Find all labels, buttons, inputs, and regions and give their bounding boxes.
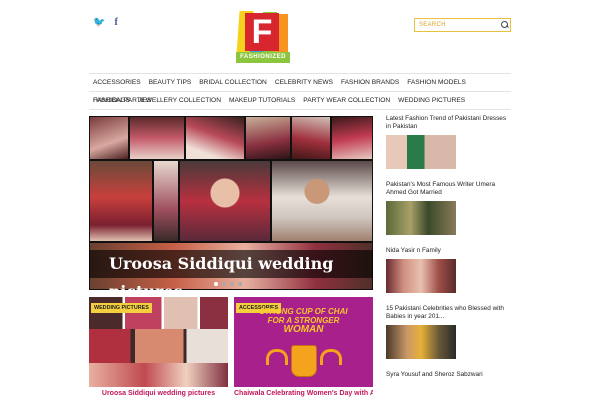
- sidebar-post[interactable]: Latest Fashion Trend of Pakistani Dresse…: [386, 115, 511, 169]
- post-title[interactable]: Chaiwala Celebrating Women's Day with A: [234, 390, 373, 397]
- featured-caption[interactable]: Uroosa Siddiqui wedding pictures: [89, 250, 373, 290]
- nav-item-handbags[interactable]: HANDBAGS: [89, 92, 134, 110]
- nav-item-party-wear-collection[interactable]: PARTY WEAR COLLECTION: [299, 92, 394, 110]
- sidebar-post-title[interactable]: Latest Fashion Trend of Pakistani Dresse…: [386, 115, 511, 131]
- hero-photo: [89, 160, 153, 242]
- slider-dot[interactable]: [214, 282, 218, 286]
- slider-dots: [214, 282, 242, 286]
- chai-cup-icon: [291, 345, 317, 377]
- main-nav-secondary: HANDBAGS JEWELLERY COLLECTION MAKEUP TUT…: [89, 92, 511, 110]
- facebook-icon[interactable]: f: [114, 17, 117, 28]
- hero-photo: [153, 160, 179, 242]
- logo-ribbon: FASHIONIZED: [236, 52, 290, 63]
- social-links: 🐦 f: [93, 17, 118, 28]
- hero-photo: [89, 116, 129, 160]
- poster-text: STRONG CUP OF CHAI FOR A STRONGER WOMAN: [259, 307, 348, 335]
- hero-photo-groom: [271, 160, 373, 242]
- hero-photo: [291, 116, 331, 160]
- sidebar-post[interactable]: Syra Yousuf and Sheroz Sabzwari: [386, 371, 511, 379]
- nav-item-accessories[interactable]: ACCESSORIES: [89, 74, 145, 92]
- main-nav-primary: ACCESSORIES BEAUTY TIPS BRIDAL COLLECTIO…: [89, 73, 511, 104]
- post-thumbnail[interactable]: WEDDING PICTURES: [89, 297, 228, 387]
- post-title[interactable]: Uroosa Siddiqui wedding pictures: [89, 390, 228, 397]
- sidebar-post[interactable]: Nida Yasir n Family: [386, 247, 511, 293]
- sidebar-post-title[interactable]: 15 Pakistani Celebrities who Blessed wit…: [386, 305, 511, 321]
- category-badge[interactable]: WEDDING PICTURES: [91, 303, 152, 313]
- nav-item-jewellery-collection[interactable]: JEWELLERY COLLECTION: [134, 92, 225, 110]
- muscle-arm-icon: [320, 349, 342, 365]
- sidebar-post-title[interactable]: Pakistan's Most Famous Writer Umera Ahme…: [386, 181, 511, 197]
- featured-slider[interactable]: Uroosa Siddiqui wedding pictures: [89, 116, 373, 290]
- post-thumbnail[interactable]: ACCESSORIES STRONG CUP OF CHAI FOR A STR…: [234, 297, 373, 387]
- slider-dot[interactable]: [230, 282, 234, 286]
- slider-dot[interactable]: [238, 282, 242, 286]
- slider-dot[interactable]: [222, 282, 226, 286]
- nav-item-beauty-tips[interactable]: BEAUTY TIPS: [145, 74, 196, 92]
- nav-item-bridal-collection[interactable]: BRIDAL COLLECTION: [195, 74, 271, 92]
- nav-item-makeup-tutorials[interactable]: MAKEUP TUTORIALS: [225, 92, 299, 110]
- hero-photo-bride: [179, 160, 271, 242]
- sidebar-post-thumbnail[interactable]: [386, 325, 456, 359]
- twitter-icon[interactable]: 🐦: [93, 17, 105, 28]
- hero-photo: [331, 116, 373, 160]
- muscle-arm-icon: [266, 349, 288, 365]
- nav-item-fashion-models[interactable]: FASHION MODELS: [403, 74, 470, 92]
- hero-photo: [245, 116, 291, 160]
- post-card[interactable]: ACCESSORIES STRONG CUP OF CHAI FOR A STR…: [234, 297, 373, 400]
- nav-item-wedding-pictures[interactable]: WEDDING PICTURES: [394, 92, 469, 110]
- hero-photo: [129, 116, 185, 160]
- sidebar-post-title[interactable]: Syra Yousuf and Sheroz Sabzwari: [386, 371, 511, 379]
- sidebar-recent-posts: Latest Fashion Trend of Pakistani Dresse…: [386, 115, 511, 379]
- sidebar-post-thumbnail[interactable]: [386, 135, 456, 169]
- search-input[interactable]: SEARCH: [414, 18, 511, 32]
- post-card[interactable]: WEDDING PICTURES Uroosa Siddiqui wedding…: [89, 297, 228, 400]
- logo-letter: F: [245, 13, 279, 51]
- nav-item-celebrity-news[interactable]: CELEBRITY NEWS: [271, 74, 337, 92]
- site-logo[interactable]: F FASHIONIZED: [236, 11, 290, 63]
- sidebar-post-thumbnail[interactable]: [386, 201, 456, 235]
- search-placeholder: SEARCH: [419, 22, 446, 28]
- sidebar-post[interactable]: 15 Pakistani Celebrities who Blessed wit…: [386, 305, 511, 359]
- nav-item-fashion-brands[interactable]: FASHION BRANDS: [337, 74, 403, 92]
- sidebar-post-thumbnail[interactable]: [386, 259, 456, 293]
- sidebar-post[interactable]: Pakistan's Most Famous Writer Umera Ahme…: [386, 181, 511, 235]
- search-icon[interactable]: [498, 19, 510, 31]
- sidebar-post-title[interactable]: Nida Yasir n Family: [386, 247, 511, 255]
- hero-photo: [185, 116, 245, 160]
